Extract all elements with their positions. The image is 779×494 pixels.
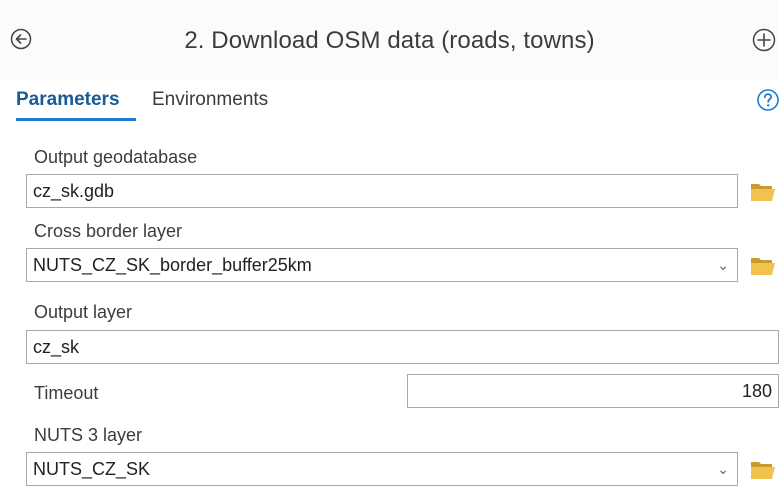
add-plus-icon[interactable] xyxy=(752,28,776,52)
browse-folder-icon[interactable] xyxy=(750,458,776,480)
cross-border-layer-label: Cross border layer xyxy=(34,221,183,241)
nuts3-layer-label: NUTS 3 layer xyxy=(34,425,143,445)
tab-parameters[interactable]: Parameters xyxy=(16,89,120,111)
chevron-down-icon[interactable]: ⌄ xyxy=(717,453,729,485)
help-question-icon[interactable] xyxy=(757,89,779,111)
nuts3-layer-dropdown[interactable]: NUTS_CZ_SK ⌄ xyxy=(26,452,738,486)
timeout-input[interactable]: 180 xyxy=(407,374,779,408)
chevron-down-icon[interactable]: ⌄ xyxy=(717,249,729,281)
output-layer-input[interactable]: cz_sk xyxy=(26,330,779,364)
browse-folder-icon[interactable] xyxy=(750,254,776,276)
tool-title: 2. Download OSM data (roads, towns) xyxy=(184,27,595,54)
browse-folder-icon[interactable] xyxy=(750,180,776,202)
tab-environments[interactable]: Environments xyxy=(152,89,268,111)
active-tab-indicator xyxy=(16,118,136,121)
output-layer-label: Output layer xyxy=(34,302,133,322)
cross-border-layer-value: NUTS_CZ_SK_border_buffer25km xyxy=(33,255,312,275)
output-geodatabase-input[interactable]: cz_sk.gdb xyxy=(26,174,738,208)
timeout-label: Timeout xyxy=(34,383,99,403)
cross-border-layer-dropdown[interactable]: NUTS_CZ_SK_border_buffer25km ⌄ xyxy=(26,248,738,282)
output-geodatabase-label: Output geodatabase xyxy=(34,147,198,167)
nuts3-layer-value: NUTS_CZ_SK xyxy=(33,459,151,479)
tool-header: 2. Download OSM data (roads, towns) xyxy=(0,0,779,80)
